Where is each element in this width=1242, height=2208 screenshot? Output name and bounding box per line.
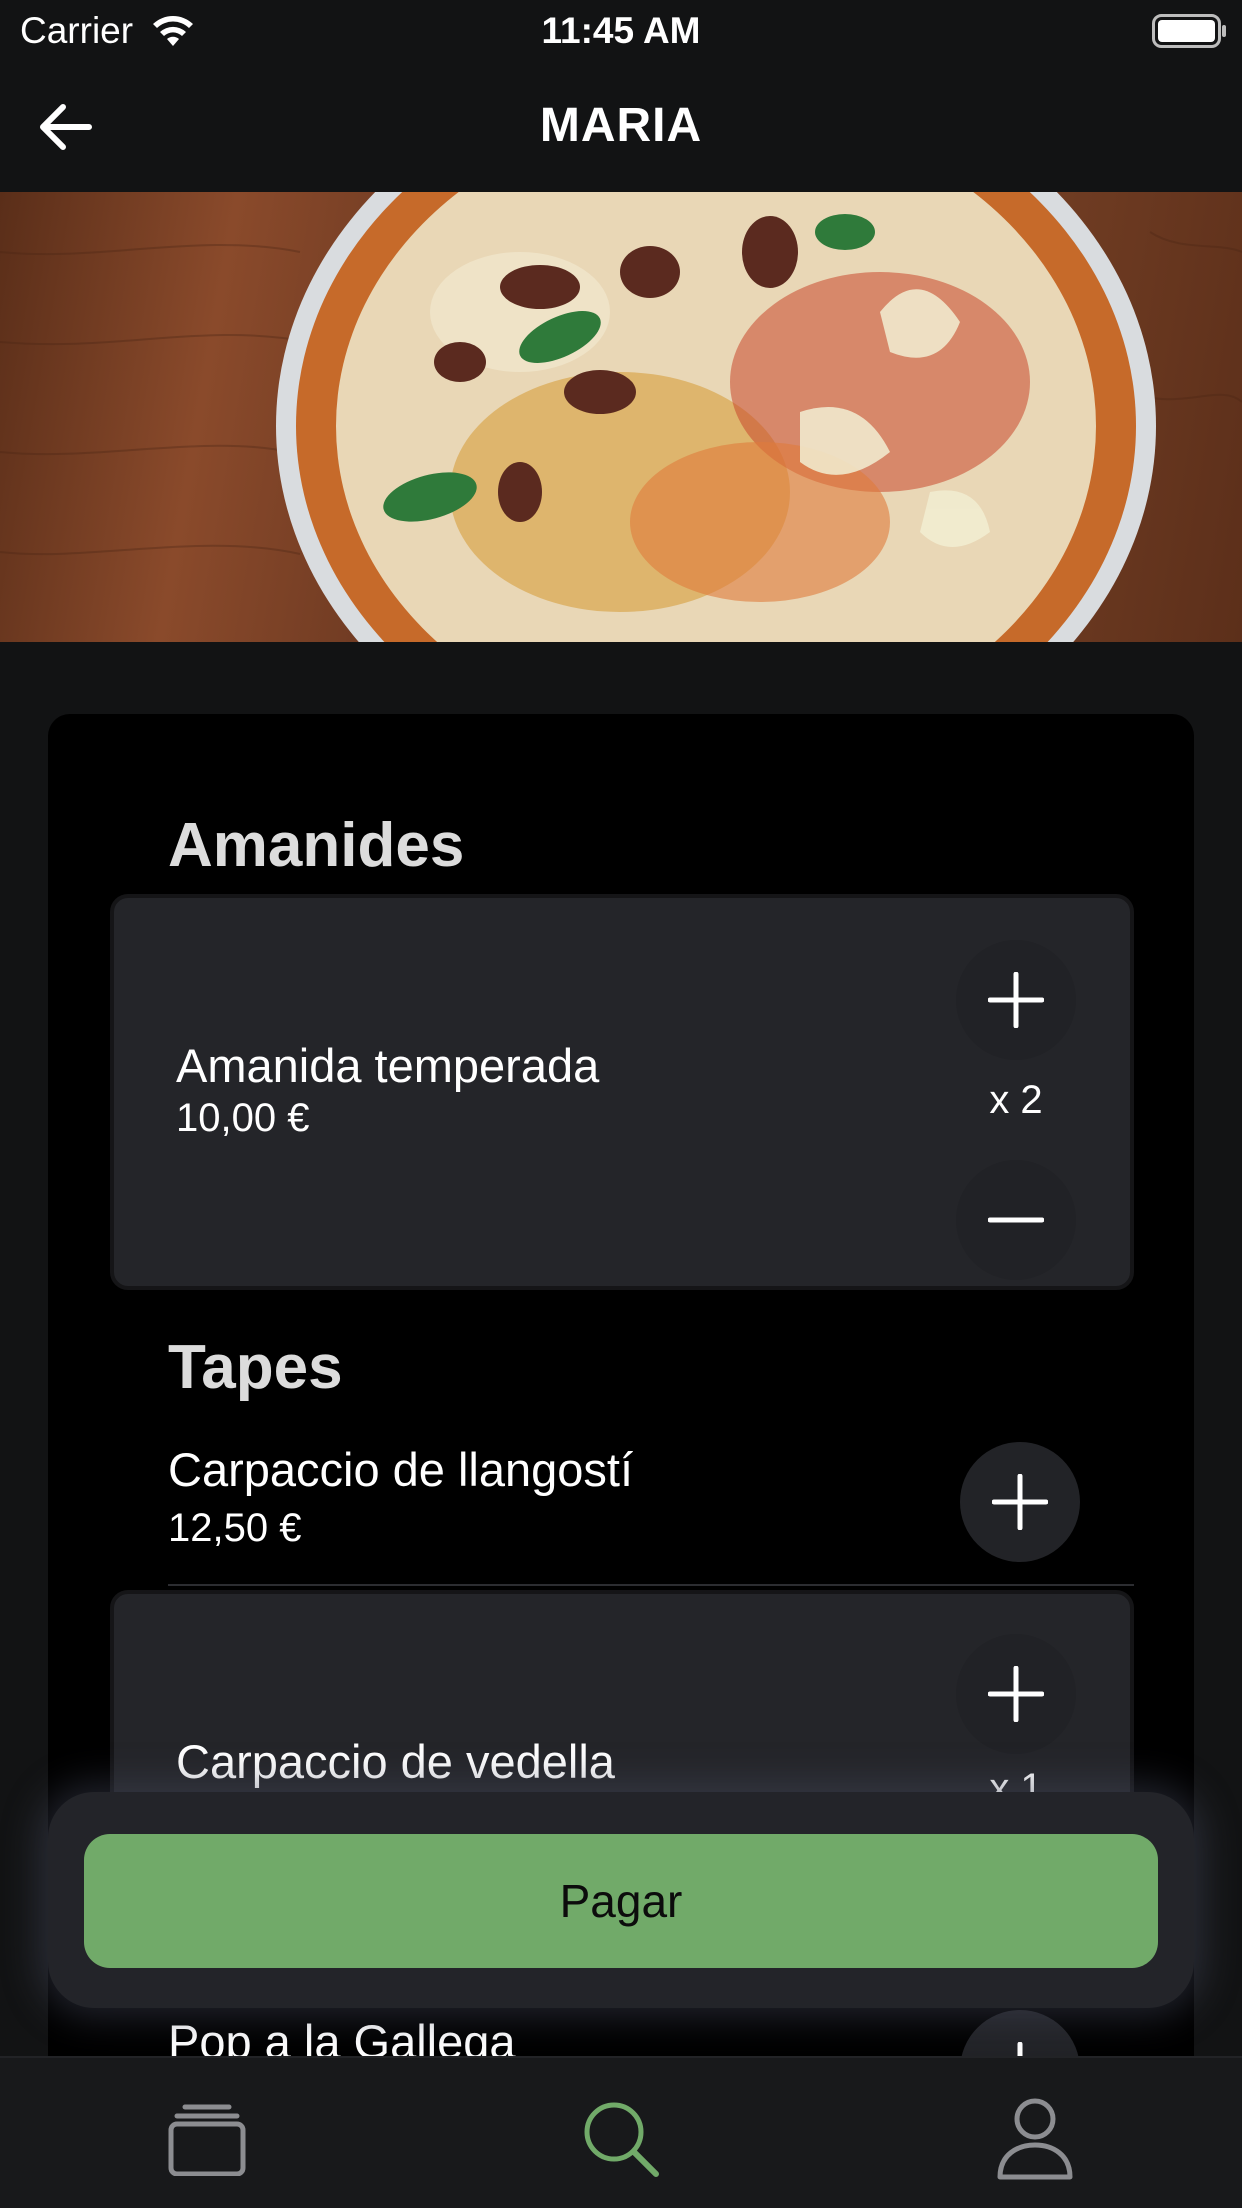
quantity-count: x 2 [989,1078,1043,1122]
item-name: Amanida temperada [176,1039,600,1092]
tab-bar [0,2056,1242,2208]
item-price: 10,00 € [176,1096,310,1140]
item-name: Carpaccio de llangostí [168,1443,634,1496]
search-icon [584,2102,659,2177]
item-price: 12,50 € [168,1506,302,1550]
plus-icon [988,972,1044,1028]
navigation-bar: MARIA [0,62,1242,192]
plus-icon [988,1666,1044,1722]
menu-item-selected[interactable]: Amanida temperada 10,00 € x 2 [110,894,1134,1290]
section-title: Amanides [168,811,465,880]
stack-icon [168,2104,246,2176]
plus-icon [992,1474,1048,1530]
decrease-quantity-button[interactable] [956,1160,1076,1280]
increase-quantity-button[interactable] [956,1634,1076,1754]
pay-button[interactable]: Pagar [84,1834,1158,1968]
restaurant-hero-image [0,192,1242,642]
add-item-button[interactable] [960,1442,1080,1562]
checkout-panel: Pagar [48,1792,1194,2008]
tab-orders[interactable] [162,2094,252,2184]
tab-search[interactable] [576,2094,666,2184]
profile-icon [997,2098,1073,2180]
page-title: MARIA [539,99,703,152]
clock: 11:45 AM [541,10,701,51]
pizza-illustration [0,192,1242,642]
increase-quantity-button[interactable] [956,940,1076,1060]
section-title: Tapes [168,1333,343,1402]
minus-icon [988,1217,1044,1223]
battery-icon [1152,14,1226,48]
divider [168,1584,1134,1586]
item-name: Carpaccio de vedella [176,1735,615,1788]
status-bar: Carrier 11:45 AM [0,0,1242,62]
tab-profile[interactable] [990,2094,1080,2184]
